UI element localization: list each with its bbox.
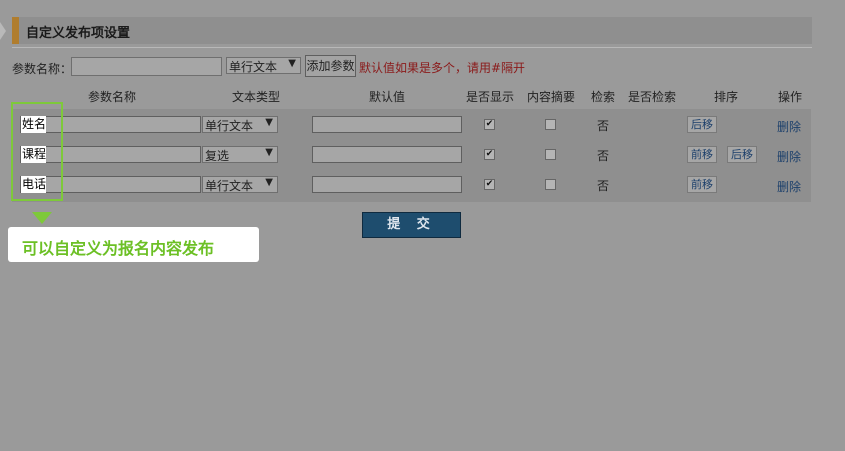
delete-link[interactable]: 删除 [777,148,801,165]
move-down-button[interactable]: 后移 [727,146,757,163]
dropdown-arrow-icon: ▼ [288,58,296,69]
show-checkbox[interactable]: ✔ [484,119,495,130]
delete-link[interactable]: 删除 [777,178,801,195]
col-header-summary: 内容摘要 [527,90,576,104]
search-value: 否 [597,119,610,133]
col-header-type: 文本类型 [232,90,281,104]
col-header-default: 默认值 [369,90,406,104]
col-header-search: 检索 [591,90,616,104]
search-value: 否 [597,179,610,193]
move-down-button[interactable]: 后移 [687,116,717,133]
row-default-input[interactable] [312,146,462,163]
col-header-order: 排序 [714,90,739,104]
col-header-is-search: 是否检索 [628,90,677,104]
delete-link[interactable]: 删除 [777,118,801,135]
dropdown-arrow-icon: ▼ [265,117,273,128]
row-type-value: 单行文本 [205,119,254,133]
row-type-select[interactable]: 单行文本 ▼ [202,176,278,193]
row-type-select[interactable]: 复选 ▼ [202,146,278,163]
row-default-input[interactable] [312,176,462,193]
move-up-button[interactable]: 前移 [687,176,717,193]
default-value-hint: 默认值如果是多个，请用#隔开 [359,61,526,75]
summary-checkbox[interactable] [545,149,556,160]
callout-text: 可以自定义为报名内容发布 [22,239,215,258]
param-name-input[interactable] [71,57,222,76]
col-header-name: 参数名称 [88,90,137,104]
show-checkbox[interactable]: ✔ [484,149,495,160]
row-default-input[interactable] [312,116,462,133]
row-type-value: 单行文本 [205,179,254,193]
submit-button[interactable]: 提 交 [362,212,461,238]
header-arrow-icon [0,22,6,40]
dropdown-arrow-icon: ▼ [265,177,273,188]
highlight-box [11,102,63,201]
add-param-button[interactable]: 添加参数 [305,55,356,77]
summary-checkbox[interactable] [545,179,556,190]
show-checkbox[interactable]: ✔ [484,179,495,190]
move-up-button[interactable]: 前移 [687,146,717,163]
header-divider [12,47,812,48]
search-value: 否 [597,149,610,163]
row-type-select[interactable]: 单行文本 ▼ [202,116,278,133]
col-header-show: 是否显示 [466,90,515,104]
section-header [12,17,812,44]
header-accent-bar [12,17,19,44]
param-type-select[interactable]: 单行文本 ▼ [226,57,301,74]
row-type-value: 复选 [205,149,230,163]
col-header-ops: 操作 [778,90,803,104]
summary-checkbox[interactable] [545,119,556,130]
dropdown-arrow-icon: ▼ [265,147,273,158]
param-type-value: 单行文本 [229,60,278,74]
param-name-label: 参数名称： [12,62,73,76]
callout-arrow-icon [32,212,52,224]
section-title: 自定义发布项设置 [26,26,131,41]
